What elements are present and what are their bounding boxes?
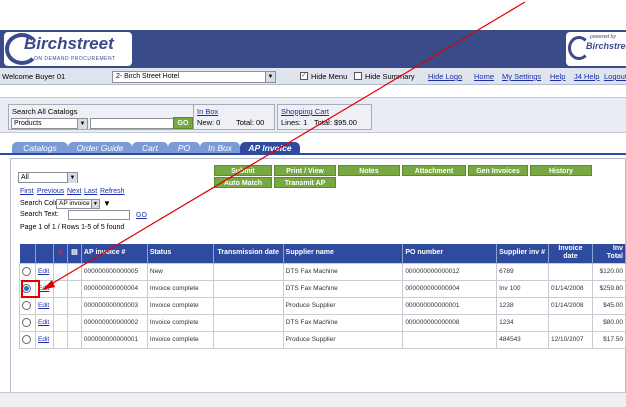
arrow-line bbox=[47, 1, 526, 287]
annotation-arrow-icon bbox=[42, 1, 526, 290]
horizontal-scrollbar[interactable] bbox=[0, 392, 626, 407]
arrow-head bbox=[42, 280, 55, 290]
